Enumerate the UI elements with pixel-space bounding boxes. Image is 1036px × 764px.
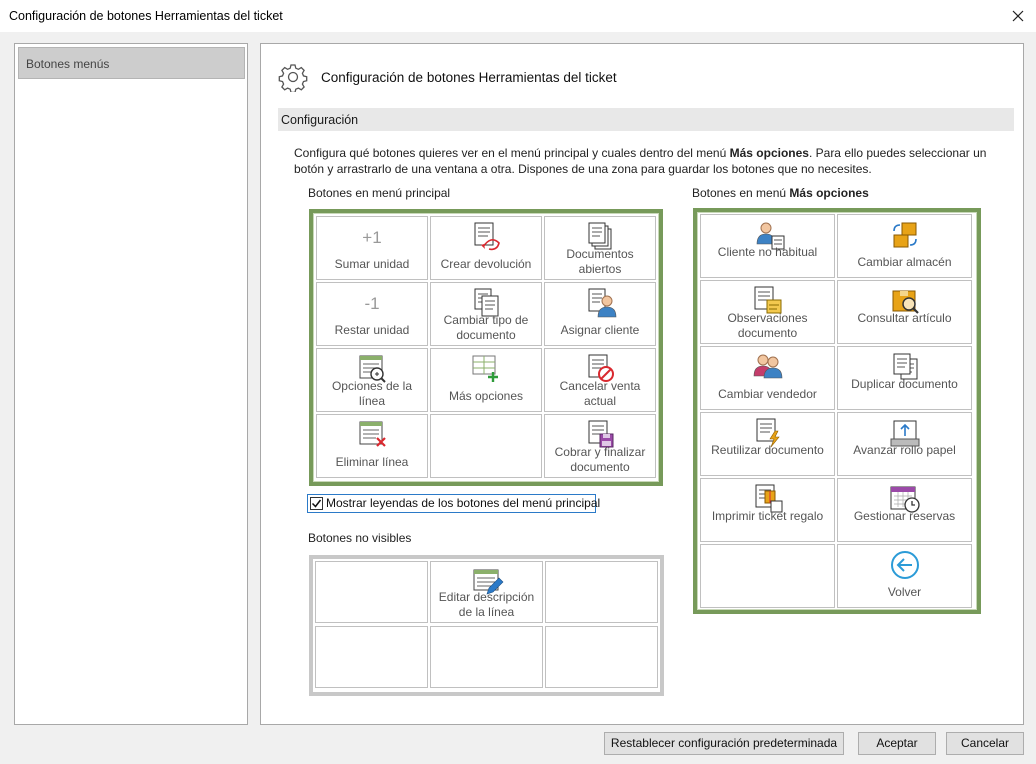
button-label: Consultar artículo [857, 311, 952, 325]
button-label: Más opciones [448, 389, 524, 403]
button-label: Imprimir ticket regalo [711, 509, 824, 523]
mas-opciones-buttons-grid: Cliente no habitual Cambiar almacén Observ… [693, 208, 981, 614]
mas-opciones-imprimir-ticket-regalo-button[interactable]: Imprimir ticket regalo [700, 478, 835, 542]
principal-asignar-cliente-button[interactable]: Asignar cliente [544, 282, 656, 346]
no-visibles-empty-slot [545, 561, 658, 623]
principal-eliminar-linea-button[interactable]: Eliminar línea [316, 414, 428, 478]
show-legends-checkbox[interactable]: Mostrar leyendas de los botones del menú… [307, 494, 600, 513]
change-seller-icon [751, 351, 785, 383]
more-options-icon [469, 353, 503, 385]
checkmark-icon [311, 499, 322, 508]
button-label: Eliminar línea [335, 455, 409, 469]
description: Configura qué botones quieres ver en el … [294, 146, 987, 176]
close-icon[interactable] [1006, 4, 1030, 28]
mas-opciones-gestionar-reservas-button[interactable]: Gestionar reservas [837, 478, 972, 542]
principal-empty-slot [430, 414, 542, 478]
principal-crear-devolucion-button[interactable]: Crear devolución [430, 216, 542, 280]
mas-opciones-cliente-no-habitual-button[interactable]: Cliente no habitual [700, 214, 835, 278]
back-arrow-icon [888, 549, 922, 581]
principal-documentos-abiertos-button[interactable]: Documentos abiertos [544, 216, 656, 280]
mas-opciones-observaciones-documento-button[interactable]: Observaciones documento [700, 280, 835, 344]
principal-cobrar-y-finalizar-documento-button[interactable]: Cobrar y finalizar documento [544, 414, 656, 478]
change-warehouse-icon [888, 219, 922, 251]
button-label: Cancelar venta actual [559, 379, 641, 408]
reset-button[interactable]: Restablecer configuración predeterminada [604, 732, 844, 755]
button-label: Documentos abiertos [566, 247, 634, 276]
button-label: Observaciones documento [727, 311, 808, 340]
mas-opciones-avanzar-rollo-papel-button[interactable]: Avanzar rollo papel [837, 412, 972, 476]
plus-one-icon: +1 [355, 221, 389, 253]
sidebar: Botones menús [14, 43, 248, 725]
minus-one-icon: -1 [355, 287, 389, 319]
return-document-icon [469, 221, 503, 253]
assign-customer-icon [583, 287, 617, 319]
principal-cambiar-tipo-de-documento-button[interactable]: Cambiar tipo de documento [430, 282, 542, 346]
button-label: Volver [887, 585, 922, 599]
no-visibles-label: Botones no visibles [308, 531, 412, 545]
delete-line-icon [355, 419, 389, 451]
button-label: Cliente no habitual [717, 245, 818, 259]
mas-opciones-cambiar-vendedor-button[interactable]: Cambiar vendedor [700, 346, 835, 410]
page-title: Configuración de botones Herramientas de… [321, 70, 617, 85]
no-visibles-empty-slot [545, 626, 658, 688]
mas-opciones-label: Botones en menú Más opciones [692, 186, 869, 200]
window-title: Configuración de botones Herramientas de… [9, 9, 283, 23]
checkbox-label: Mostrar leyendas de los botones del menú… [326, 496, 601, 510]
button-label: Gestionar reservas [853, 509, 956, 523]
button-label: Cambiar tipo de documento [443, 313, 529, 342]
principal-cancelar-venta-actual-button[interactable]: Cancelar venta actual [544, 348, 656, 412]
button-label: Reutilizar documento [711, 443, 824, 457]
button-label: Editar descripción de la línea [438, 590, 535, 619]
button-label: Duplicar documento [851, 377, 958, 391]
mas-opciones-volver-button[interactable]: Volver [837, 544, 972, 608]
gear-icon [278, 62, 308, 94]
cancel-button[interactable]: Cancelar [946, 732, 1024, 755]
button-label: Opciones de la línea [331, 379, 413, 408]
button-label: Cambiar vendedor [718, 387, 817, 401]
no-visibles-empty-slot [315, 561, 428, 623]
no-visibles-buttons-grid: Editar descripción de la línea [309, 555, 664, 696]
button-label: Avanzar rollo papel [853, 443, 956, 457]
mas-opciones-empty-slot [700, 544, 835, 608]
svg-text:-1: -1 [364, 294, 379, 313]
no-visibles-empty-slot [430, 626, 543, 688]
mas-opciones-duplicar-documento-button[interactable]: Duplicar documento [837, 346, 972, 410]
accept-button[interactable]: Aceptar [858, 732, 936, 755]
button-label: Sumar unidad [334, 257, 410, 271]
principal-sumar-unidad-button[interactable]: +1 Sumar unidad [316, 216, 428, 280]
no-visibles-empty-slot [315, 626, 428, 688]
principal-mas-opciones-button[interactable]: Más opciones [430, 348, 542, 412]
principal-opciones-de-la-linea-button[interactable]: Opciones de la línea [316, 348, 428, 412]
section-header: Configuración [278, 108, 1014, 131]
sidebar-item-label: Botones menús [26, 57, 110, 71]
button-label: Restar unidad [334, 323, 410, 337]
sidebar-item-botones-menus[interactable]: Botones menús [18, 47, 245, 79]
principal-restar-unidad-button[interactable]: -1 Restar unidad [316, 282, 428, 346]
mas-opciones-consultar-articulo-button[interactable]: Consultar artículo [837, 280, 972, 344]
button-label: Crear devolución [440, 257, 532, 271]
principal-label: Botones en menú principal [308, 186, 451, 200]
button-label: Cobrar y finalizar documento [554, 445, 646, 474]
button-label: Cambiar almacén [857, 255, 952, 269]
checkbox-box[interactable] [310, 497, 323, 510]
no-visibles-editar-descripcion-de-la-linea-button[interactable]: Editar descripción de la línea [430, 561, 543, 623]
title-bar: Configuración de botones Herramientas de… [0, 0, 1036, 32]
svg-text:+1: +1 [362, 228, 381, 247]
mas-opciones-cambiar-almacen-button[interactable]: Cambiar almacén [837, 214, 972, 278]
mas-opciones-reutilizar-documento-button[interactable]: Reutilizar documento [700, 412, 835, 476]
principal-buttons-grid: +1 Sumar unidad Crear devolución Documentos… [309, 209, 663, 486]
button-label: Asignar cliente [560, 323, 640, 337]
